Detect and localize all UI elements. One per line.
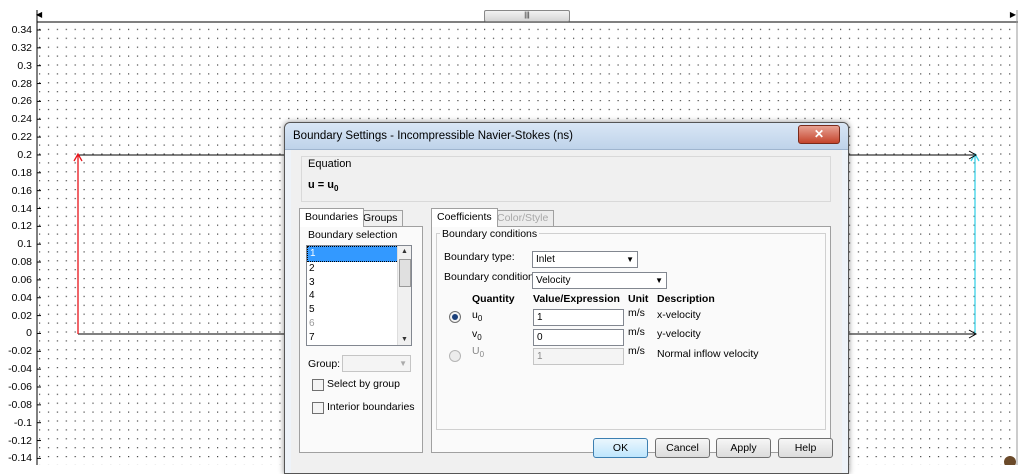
y-tick-label: 0 [26,327,32,340]
y-tick-label: 0.2 [17,148,32,161]
boundary-list-item[interactable]: 8 [307,345,411,346]
ok-button[interactable]: OK [593,438,648,458]
y-tick-label: 0.16 [11,184,32,197]
boundary-condition-select[interactable]: Velocity ▼ [532,272,667,289]
dialog-titlebar[interactable]: Boundary Settings - Incompressible Navie… [285,123,848,150]
U0-radio[interactable] [449,350,461,362]
y-tick-label: -0.06 [8,381,32,393]
scroll-right-arrow-icon[interactable]: ▶ [1010,10,1016,19]
y-tick-label: 0.34 [11,24,32,36]
y-tick-label: 0.3 [17,59,32,72]
horizontal-scrollbar[interactable]: ◀ ▶ ||| [36,10,1016,22]
boundary-type-select[interactable]: Inlet ▼ [532,251,638,268]
boundary-condition-label: Boundary condition: [444,271,537,283]
coefficients-panel: Boundary conditions Boundary type: Inlet… [431,226,831,453]
close-button[interactable]: ✕ [798,125,840,144]
dialog-body: Equation u = u0 Boundaries Groups Bounda… [291,150,842,473]
quantity-u0: u0 [472,309,483,324]
v0-value-input[interactable]: 0 [533,329,624,346]
chevron-down-icon: ▼ [626,255,634,264]
scrollbar-grip: ||| [524,12,530,19]
y-tick-label: -0.1 [13,416,32,429]
y-tick-label: 0.24 [11,113,32,126]
y-tick-label: 0.14 [11,202,32,215]
quantity-U0: U0 [472,345,485,360]
boundary-list-item[interactable]: 5 [307,303,411,317]
u0-description: x-velocity [657,309,701,321]
y-tick-label: 0.08 [11,256,32,269]
boundary-selection-label: Boundary selection [308,229,398,241]
group-label: Group: [308,358,341,370]
dialog-title: Boundary Settings - Incompressible Navie… [293,130,573,142]
tab-coefficients[interactable]: Coefficients [431,208,498,227]
boundary-list-item[interactable]: 7 [307,331,411,345]
header-description: Description [657,293,715,305]
header-unit: Unit [628,293,649,305]
y-tick-label: -0.02 [8,345,32,358]
y-tick-label: 0.12 [11,220,32,233]
header-quantity: Quantity [472,293,515,305]
y-tick-label: -0.08 [8,398,32,411]
boundaries-panel: Boundary selection 12345678 ▲ ▼ Group: ▼… [299,226,423,453]
boundary-conditions-label: Boundary conditions [440,228,540,240]
y-tick-label: 0.18 [11,166,32,179]
quantity-v0: v0 [472,328,482,343]
v0-unit: m/s [628,326,645,338]
tab-color-style[interactable]: Color/Style [491,210,555,226]
tab-boundaries[interactable]: Boundaries [299,208,365,227]
apply-button[interactable]: Apply [716,438,771,458]
y-tick-label: 0.28 [11,77,32,90]
u0-radio[interactable] [449,311,461,323]
chevron-down-icon: ▼ [655,276,663,285]
listbox-scroll-thumb[interactable] [399,259,411,287]
close-icon: ✕ [813,127,825,141]
y-tick-label: 0.04 [11,291,32,304]
y-tick-label: 0.02 [11,309,32,322]
boundary-list-item[interactable]: 2 [307,262,411,276]
boundary-type-label: Boundary type: [444,251,515,263]
scroll-down-icon[interactable]: ▼ [399,334,410,345]
boundary-list-item[interactable]: 3 [307,276,411,290]
boundary-listbox[interactable]: 12345678 ▲ ▼ [306,245,412,346]
header-value: Value/Expression [533,293,620,305]
y-tick-label: 0.1 [17,238,32,251]
scroll-left-arrow-icon[interactable]: ◀ [36,10,42,19]
u0-unit: m/s [628,307,645,319]
group-select[interactable]: ▼ [342,355,411,372]
equation-group: Equation u = u0 [301,156,831,202]
boundary-list-item[interactable]: 4 [307,289,411,303]
y-tick-label: -0.04 [8,363,32,376]
equation-formula: u = u0 [308,179,339,194]
U0-unit: m/s [628,345,645,357]
select-by-group-label: Select by group [327,378,400,390]
boundary-settings-dialog: Boundary Settings - Incompressible Navie… [284,122,849,474]
scrollbar-thumb[interactable]: ||| [484,10,570,22]
y-tick-label: -0.12 [8,434,32,447]
U0-description: Normal inflow velocity [657,348,759,360]
y-tick-label: 0.26 [11,95,32,108]
U0-value-input[interactable]: 1 [533,348,624,365]
boundary-list-item[interactable]: 6 [307,317,411,331]
boundary-list-item[interactable]: 1 [307,246,411,262]
equation-label: Equation [308,158,352,170]
y-tick-label: 0.06 [11,273,32,286]
help-button[interactable]: Help [778,438,833,458]
y-tick-label: 0.22 [11,131,32,144]
scroll-up-icon[interactable]: ▲ [399,246,410,257]
interior-boundaries-label: Interior boundaries [327,401,415,413]
listbox-scrollbar[interactable]: ▲ ▼ [397,246,411,345]
select-by-group-checkbox[interactable] [312,379,324,391]
v0-description: y-velocity [657,328,701,340]
cancel-button[interactable]: Cancel [655,438,710,458]
interior-boundaries-checkbox[interactable] [312,402,324,414]
u0-value-input[interactable]: 1 [533,309,624,326]
chevron-down-icon: ▼ [399,359,407,368]
y-tick-label: 0.32 [11,41,32,54]
y-tick-label: -0.14 [8,452,32,465]
